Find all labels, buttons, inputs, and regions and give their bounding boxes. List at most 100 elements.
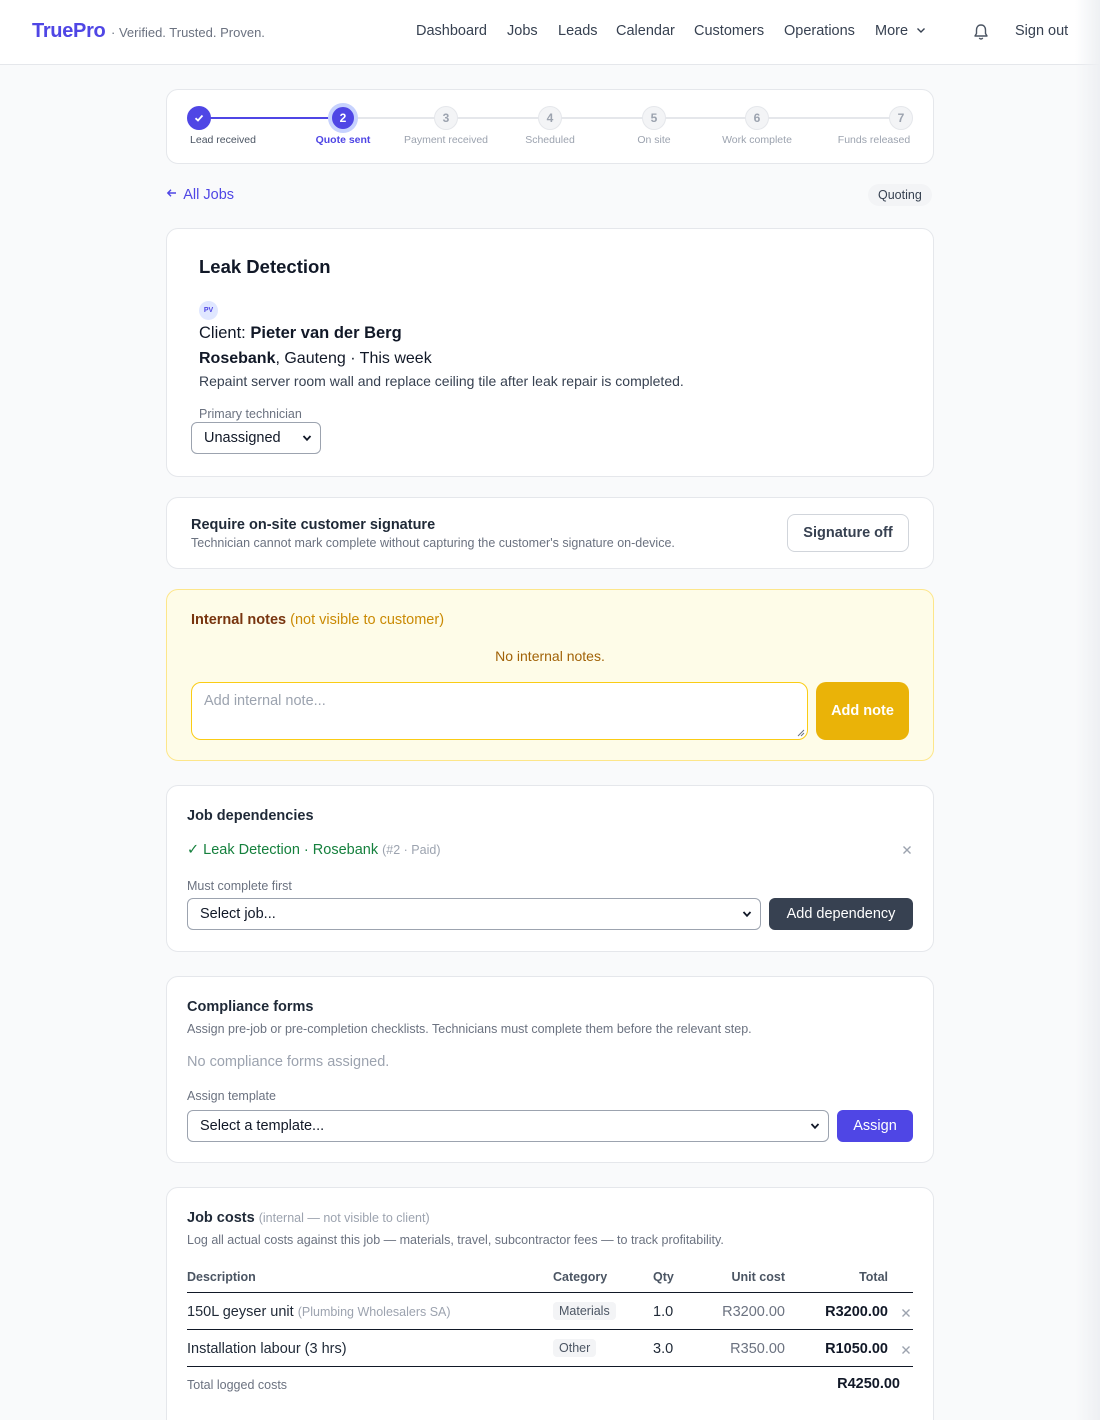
signature-requirement-card: Require on-site customer signature Techn… <box>166 497 934 569</box>
close-icon <box>902 1346 910 1354</box>
step-1-dot <box>187 106 211 130</box>
internal-notes-title: Internal notes (not visible to customer) <box>191 612 444 628</box>
cost-row-1-total: R3200.00 <box>825 1304 888 1320</box>
cost-row-2-total: R1050.00 <box>825 1341 888 1357</box>
resize-handle-icon[interactable] <box>797 729 805 737</box>
top-navbar: TruePro · Verified. Trusted. Proven. Das… <box>0 0 1100 65</box>
step-7-label: Funds released <box>837 134 911 146</box>
cost-row-1-unit-cost: R3200.00 <box>722 1304 785 1320</box>
dependency-item[interactable]: ✓ Leak Detection · Rosebank (#2 · Paid) <box>187 842 440 858</box>
arrow-left-icon <box>166 189 176 197</box>
compliance-subtitle: Assign pre-job or pre-completion checkli… <box>187 1022 752 1036</box>
job-progress-stepper: Lead received 2 Quote sent 3 Payment rec… <box>166 89 934 164</box>
nav-dashboard[interactable]: Dashboard <box>416 23 487 39</box>
compliance-title: Compliance forms <box>187 999 314 1015</box>
location-line: Rosebank, Gauteng · This week <box>199 350 432 368</box>
dependency-item-meta: (#2 · Paid) <box>382 843 441 857</box>
avatar: PV <box>199 301 218 320</box>
job-title: Leak Detection <box>199 256 331 277</box>
cost-row-2-desc-text: Installation labour (3 hrs) <box>187 1341 347 1357</box>
status-badge: Quoting <box>868 184 932 206</box>
cost-row-1-qty: 1.0 <box>653 1304 674 1320</box>
signature-title: Require on-site customer signature <box>191 517 436 533</box>
check-icon <box>194 114 204 122</box>
dependency-select-value: Select job... <box>200 906 276 922</box>
notes-title-note: (not visible to customer) <box>290 612 445 628</box>
note-placeholder: Add internal note... <box>204 693 326 709</box>
nav-calendar[interactable]: Calendar <box>616 23 675 39</box>
step-2-label: Quote sent <box>315 134 371 146</box>
table-header-rule <box>187 1292 913 1293</box>
nav-operations[interactable]: Operations <box>784 23 855 39</box>
nav-leads[interactable]: Leads <box>558 23 598 39</box>
nav-customers[interactable]: Customers <box>694 23 764 39</box>
brand-logo[interactable]: TruePro <box>32 20 106 43</box>
step-6-label: Work complete <box>722 134 792 146</box>
remove-dependency-button[interactable] <box>902 842 912 859</box>
step-4-dot: 4 <box>538 106 562 130</box>
cost-row-2-qty: 3.0 <box>653 1341 674 1357</box>
notes-empty-message: No internal notes. <box>495 648 605 664</box>
col-header-description: Description <box>187 1270 256 1284</box>
step-4-label: Scheduled <box>525 134 575 146</box>
technician-select-value: Unassigned <box>204 430 281 446</box>
cost-row-2-unit-cost: R350.00 <box>730 1341 785 1357</box>
close-icon <box>902 1309 910 1317</box>
col-header-total: Total <box>859 1270 888 1284</box>
cost-row-2-category: Other <box>553 1339 597 1357</box>
job-costs-card: Job costs (internal — not visible to cli… <box>166 1187 934 1420</box>
table-row-rule <box>187 1329 913 1330</box>
job-summary-card: Leak Detection PV Client: Pieter van der… <box>166 228 934 477</box>
technician-label: Primary technician <box>199 407 302 421</box>
back-link-label: All Jobs <box>183 187 235 203</box>
col-header-qty: Qty <box>653 1270 674 1284</box>
job-description: Repaint server room wall and replace cei… <box>199 373 684 389</box>
total-costs-label: Total logged costs <box>187 1378 288 1392</box>
brand-tagline: · Verified. Trusted. Proven. <box>111 25 265 40</box>
nav-more-label: More <box>875 23 909 39</box>
chevron-down-icon <box>810 1123 820 1130</box>
assign-template-button[interactable]: Assign <box>837 1110 913 1142</box>
template-select[interactable]: Select a template... <box>187 1110 829 1142</box>
step-6-dot: 6 <box>745 106 769 130</box>
notes-title-main: Internal notes <box>191 612 287 628</box>
col-header-unit-cost: Unit cost <box>731 1270 785 1284</box>
compliance-forms-card: Compliance forms Assign pre-job or pre-c… <box>166 976 934 1163</box>
add-note-button[interactable]: Add note <box>816 682 909 740</box>
job-dependencies-card: Job dependencies ✓ Leak Detection · Rose… <box>166 785 934 952</box>
total-costs-value: R4250.00 <box>837 1376 900 1392</box>
dependency-job-select[interactable]: Select job... <box>187 898 761 930</box>
step-5-dot: 5 <box>642 106 666 130</box>
template-select-value: Select a template... <box>200 1118 325 1134</box>
job-location-rest: , Gauteng · This week <box>275 350 432 367</box>
bell-icon[interactable] <box>971 22 991 42</box>
signature-toggle-button[interactable]: Signature off <box>787 514 909 552</box>
stepper-line-done <box>199 117 343 119</box>
back-to-jobs-link[interactable]: All Jobs <box>166 187 234 203</box>
step-3-dot: 3 <box>434 106 458 130</box>
client-name: Pieter van der Berg <box>250 324 402 342</box>
technician-select[interactable]: Unassigned <box>191 422 321 454</box>
stepper-line-pending <box>343 117 901 119</box>
close-icon <box>903 846 911 854</box>
chevron-down-icon <box>742 911 752 918</box>
job-suburb: Rosebank <box>199 350 276 367</box>
nav-jobs[interactable]: Jobs <box>507 23 538 39</box>
assign-template-label: Assign template <box>187 1089 276 1103</box>
step-3-label: Payment received <box>403 134 489 146</box>
table-row-rule <box>187 1366 913 1367</box>
delete-cost-row-1-button[interactable] <box>901 1305 911 1322</box>
sign-out-link[interactable]: Sign out <box>1015 23 1068 39</box>
chevron-down-icon <box>917 28 926 33</box>
dependency-item-label: ✓ Leak Detection · Rosebank <box>187 842 379 858</box>
job-costs-title-main: Job costs <box>187 1210 255 1226</box>
chevron-down-icon <box>302 435 312 442</box>
step-5-label: On site <box>637 134 671 146</box>
client-prefix: Client: <box>199 324 251 342</box>
nav-more[interactable]: More <box>875 23 926 39</box>
add-dependency-button[interactable]: Add dependency <box>769 898 913 930</box>
delete-cost-row-2-button[interactable] <box>901 1342 911 1359</box>
internal-note-textarea[interactable]: Add internal note... <box>191 682 808 740</box>
step-7-dot: 7 <box>889 106 913 130</box>
job-costs-title: Job costs (internal — not visible to cli… <box>187 1210 430 1226</box>
